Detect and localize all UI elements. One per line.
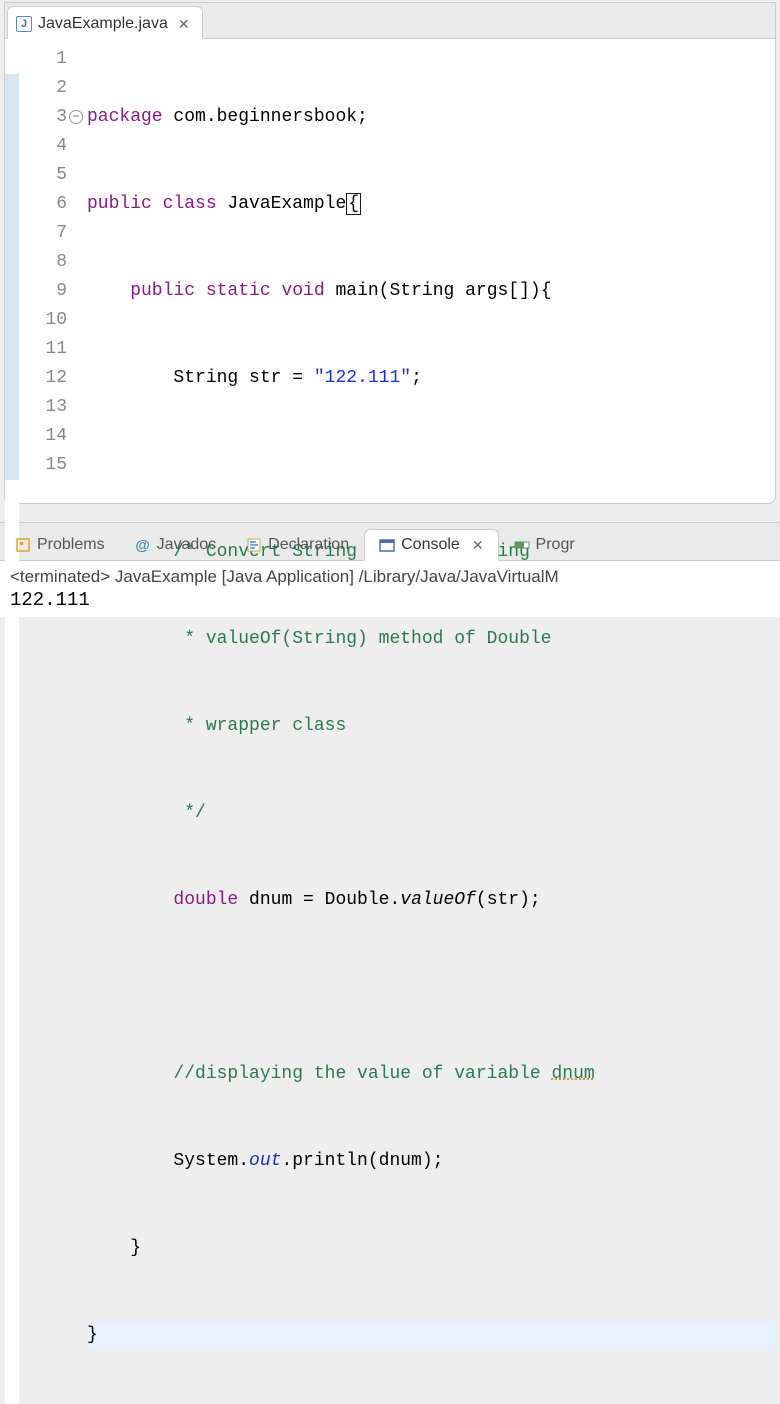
editor-tab-bar: J JavaExample.java ✕ (5, 3, 775, 39)
line-number: 5 (19, 161, 79, 190)
line-number: 11 (19, 335, 79, 364)
progress-icon (514, 537, 530, 553)
tab-label: Javadoc (157, 536, 217, 554)
line-number: 15 (19, 451, 79, 480)
line-numbers: 1 2 3− 4 5 6 7 8 9 10 11 12 13 14 15 (19, 45, 79, 1404)
javadoc-icon: @ (135, 537, 151, 553)
declaration-icon (246, 537, 262, 553)
code-line (87, 451, 775, 480)
tab-console[interactable]: Console ✕ (364, 529, 498, 561)
code-line: * valueOf(String) method of Double (87, 625, 775, 654)
tab-declaration[interactable]: Declaration (231, 529, 364, 560)
code-area[interactable]: 1 2 3− 4 5 6 7 8 9 10 11 12 13 14 15 pac… (5, 39, 775, 1404)
marker-strip (5, 45, 19, 1404)
fold-icon[interactable]: − (69, 110, 83, 124)
console-icon (379, 537, 395, 553)
code-line (87, 973, 775, 1002)
code-line: public static void main(String args[]){ (87, 277, 775, 306)
line-number: 3− (19, 103, 79, 132)
code-line: String str = "122.111"; (87, 364, 775, 393)
cursor: { (346, 193, 361, 215)
editor-panel: J JavaExample.java ✕ 1 2 3− 4 (4, 2, 776, 504)
code-line: double dnum = Double.valueOf(str); (87, 886, 775, 915)
tab-progress[interactable]: Progr (499, 529, 590, 560)
tab-label: JavaExample.java (38, 15, 168, 33)
java-file-icon: J (16, 16, 32, 32)
code-line: public class JavaExample{ (87, 190, 775, 219)
line-number: 1 (19, 45, 79, 74)
line-number: 12 (19, 364, 79, 393)
line-number: 13 (19, 393, 79, 422)
close-icon[interactable]: ✕ (178, 16, 190, 33)
tab-label: Console (401, 536, 460, 554)
code-line: } (87, 1321, 775, 1350)
editor-tab[interactable]: J JavaExample.java ✕ (7, 6, 203, 39)
close-icon[interactable]: ✕ (472, 537, 484, 554)
tab-label: Progr (536, 536, 575, 554)
code-line: * wrapper class (87, 712, 775, 741)
line-number: 9 (19, 277, 79, 306)
line-number: 10 (19, 306, 79, 335)
tab-javadoc[interactable]: @ Javadoc (120, 529, 232, 560)
code-content[interactable]: package com.beginnersbook; public class … (79, 45, 775, 1404)
line-number: 7 (19, 219, 79, 248)
line-number: 4 (19, 132, 79, 161)
line-number: 6 (19, 190, 79, 219)
code-line: */ (87, 799, 775, 828)
line-number: 2 (19, 74, 79, 103)
line-number: 14 (19, 422, 79, 451)
code-line: } (87, 1234, 775, 1263)
code-line: System.out.println(dnum); (87, 1147, 775, 1176)
code-line: //displaying the value of variable dnum (87, 1060, 775, 1089)
code-line: package com.beginnersbook; (87, 103, 775, 132)
tab-label: Declaration (268, 536, 349, 554)
line-number: 8 (19, 248, 79, 277)
